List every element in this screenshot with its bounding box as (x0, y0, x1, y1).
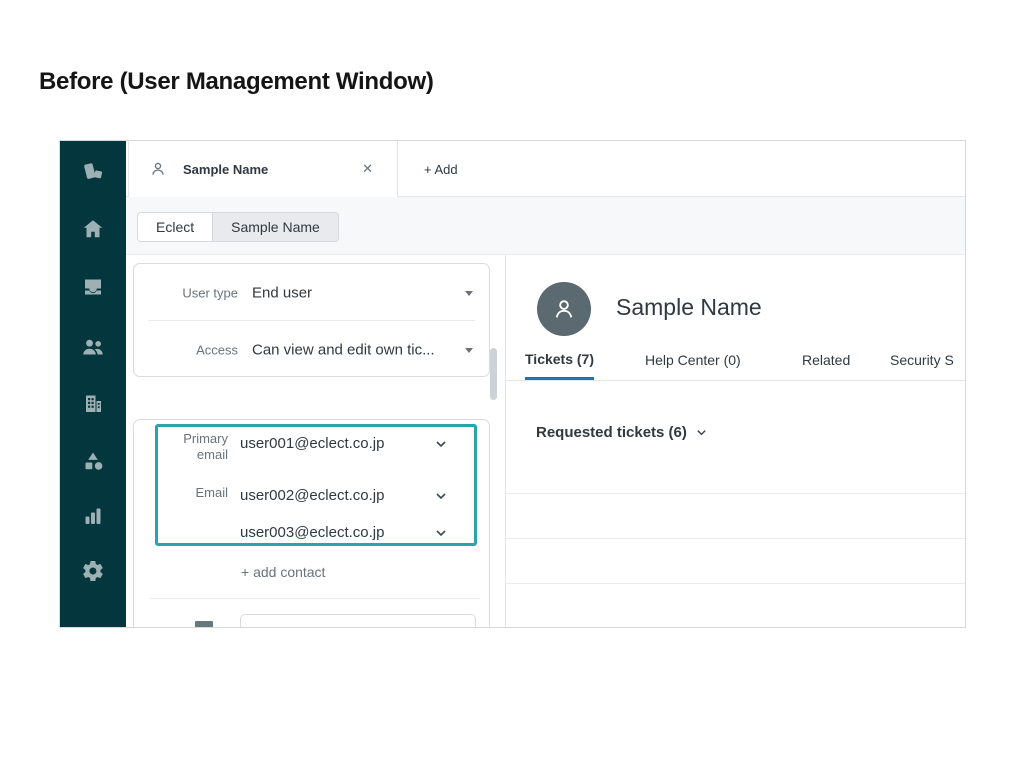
customers-icon[interactable] (60, 330, 126, 364)
organizations-icon[interactable] (60, 387, 126, 421)
tab-security-settings[interactable]: Security S (890, 340, 954, 380)
tab-label: Sample Name (183, 162, 268, 177)
table-row[interactable]: New #1033 Sample Ticket (506, 493, 965, 538)
divider (150, 598, 480, 599)
home-icon[interactable] (60, 212, 126, 246)
avatar (537, 282, 591, 336)
zendesk-logo-icon[interactable] (60, 156, 126, 190)
page-title: Before (User Management Window) (39, 68, 434, 96)
tab-sample-name[interactable]: Sample Name (128, 141, 398, 197)
chevron-down-icon[interactable] (434, 437, 448, 456)
user-type-label: User type (148, 285, 238, 300)
primary-email-label: Primary email (153, 431, 228, 463)
table-header-row: Ticket status ID Subject (506, 453, 965, 481)
breadcrumb-item-sample-name[interactable]: Sample Name (212, 213, 338, 241)
access-field[interactable]: Access Can view and edit own tic... (134, 321, 489, 378)
chevron-down-icon[interactable] (434, 526, 448, 545)
email2-value[interactable]: user002@eclect.co.jp (240, 487, 384, 504)
settings-gear-icon[interactable] (60, 554, 126, 588)
person-icon (149, 160, 167, 178)
objects-icon[interactable] (60, 444, 126, 478)
breadcrumb-bar: Eclect Sample Name (126, 197, 965, 255)
scrollbar-thumb[interactable] (490, 348, 497, 400)
user-type-value: End user (252, 284, 312, 301)
requested-tickets-label: Requested tickets (6) (536, 424, 687, 441)
sidebar (60, 141, 126, 627)
user-management-screenshot: Sample Name + Add Eclect Sample Name Use… (59, 140, 966, 628)
access-label: Access (148, 342, 238, 357)
profile-name: Sample Name (616, 294, 762, 321)
tab-related[interactable]: Related (802, 340, 850, 380)
email-label: Email (153, 485, 228, 501)
add-contact-link[interactable]: + add contact (241, 564, 325, 580)
tab-tickets[interactable]: Tickets (7) (525, 340, 594, 380)
reporting-icon[interactable] (60, 499, 126, 533)
add-tab-button[interactable]: + Add (410, 141, 472, 197)
tab-help-center[interactable]: Help Center (0) (645, 340, 741, 380)
user-type-field[interactable]: User type End user (134, 264, 489, 321)
slide-page: Before (User Management Window) (0, 0, 1024, 768)
profile-tabs: Tickets (7) Help Center (0) Related Secu… (506, 341, 965, 381)
breadcrumb: Eclect Sample Name (137, 212, 339, 242)
user-type-card: User type End user Access Can view and e… (133, 263, 490, 377)
email3-value[interactable]: user003@eclect.co.jp (240, 524, 384, 541)
clipped-input-field[interactable] (240, 614, 476, 628)
clipped-field-label (195, 621, 213, 628)
requested-tickets-header[interactable]: Requested tickets (6) (536, 424, 708, 441)
table-row[interactable]: Solved #1032 Sample Ticket (506, 538, 965, 583)
table-row[interactable]: Solved #1029 Sample Ticket (506, 583, 965, 628)
views-icon[interactable] (60, 270, 126, 304)
close-icon[interactable] (362, 161, 373, 177)
primary-email-value[interactable]: user001@eclect.co.jp (240, 435, 384, 452)
breadcrumb-item-eclect[interactable]: Eclect (138, 213, 212, 241)
access-value: Can view and edit own tic... (252, 341, 435, 358)
tab-bar: Sample Name + Add (126, 141, 965, 197)
caret-down-icon (465, 291, 473, 296)
chevron-down-icon[interactable] (434, 489, 448, 508)
caret-down-icon (465, 348, 473, 353)
chevron-down-icon (695, 426, 708, 439)
